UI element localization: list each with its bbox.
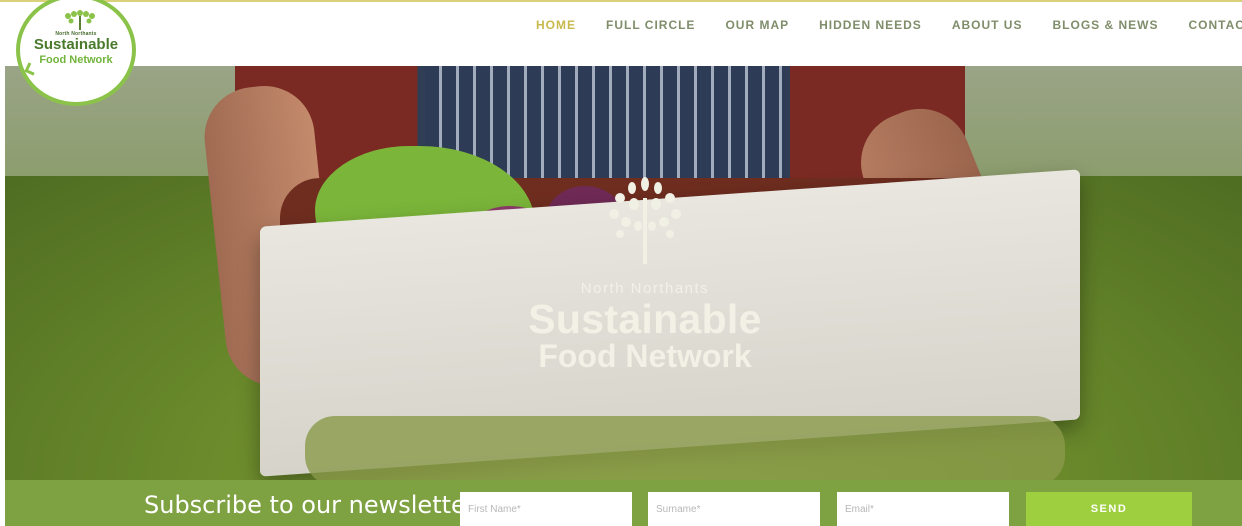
- nav-hidden-needs[interactable]: HIDDEN NEEDS: [819, 18, 922, 32]
- crate-foliage: [305, 416, 1065, 480]
- surname-input[interactable]: [648, 492, 820, 526]
- hero-logo-line-2: Food Network: [538, 338, 752, 374]
- send-button[interactable]: SEND: [1026, 492, 1192, 526]
- nav-full-circle[interactable]: FULL CIRCLE: [606, 18, 695, 32]
- nav-contact-us[interactable]: CONTACT US: [1189, 18, 1242, 32]
- email-input[interactable]: [837, 492, 1009, 526]
- newsletter-title: Subscribe to our newsletter: [144, 491, 476, 519]
- newsletter-bar: Subscribe to our newsletter SEND: [5, 480, 1242, 526]
- hero-tree-icon: [609, 177, 681, 264]
- nav-about-us[interactable]: ABOUT US: [952, 18, 1023, 32]
- hero-logo-line-1: Sustainable: [528, 296, 762, 342]
- first-name-input[interactable]: [460, 492, 632, 526]
- main-nav: HOME FULL CIRCLE OUR MAP HIDDEN NEEDS AB…: [536, 18, 1242, 32]
- logo-line-1: Sustainable: [33, 36, 119, 53]
- nav-our-map[interactable]: OUR MAP: [725, 18, 789, 32]
- nav-blogs-news[interactable]: BLOGS & NEWS: [1052, 18, 1158, 32]
- nav-home[interactable]: HOME: [536, 18, 576, 32]
- site-header: North Northants Sustainable Food Network…: [0, 0, 1242, 106]
- logo-line-2: Food Network: [39, 54, 113, 66]
- hero-logo-small-text: North Northants: [580, 280, 710, 297]
- tree-logo-icon: [65, 10, 95, 30]
- hero-banner: North Northants Sustainable Food Network: [5, 66, 1242, 480]
- hero-logo: North Northants Sustainable Food Network: [505, 176, 785, 396]
